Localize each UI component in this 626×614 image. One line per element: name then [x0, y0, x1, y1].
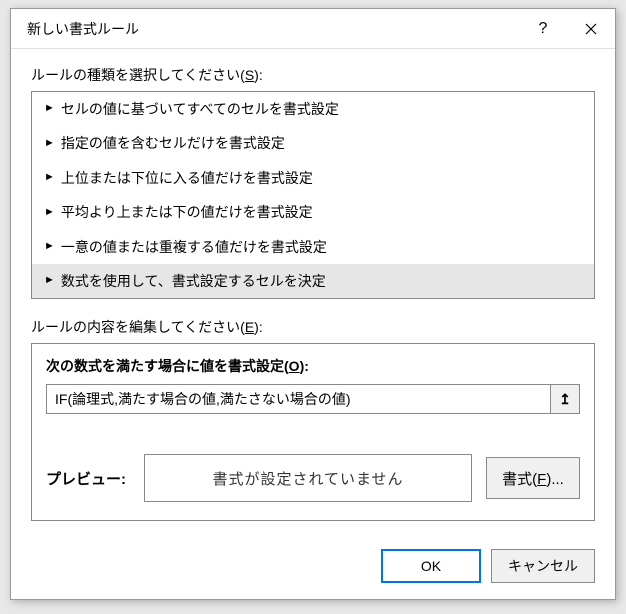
- dialog-title: 新しい書式ルール: [27, 19, 519, 39]
- rule-type-item[interactable]: ► 上位または下位に入る値だけを書式設定: [32, 161, 594, 195]
- formula-input[interactable]: [46, 384, 550, 414]
- bullet-icon: ►: [44, 169, 55, 187]
- rule-type-label: 数式を使用して、書式設定するセルを決定: [61, 270, 326, 292]
- titlebar: 新しい書式ルール ?: [11, 9, 615, 49]
- collapse-icon: ↥: [559, 391, 571, 408]
- rule-edit-panel: 次の数式を満たす場合に値を書式設定(O): ↥ プレビュー: 書式が設定されてい…: [31, 343, 595, 521]
- dialog-button-row: OK キャンセル: [11, 535, 615, 599]
- rule-type-item[interactable]: ► 平均より上または下の値だけを書式設定: [32, 195, 594, 229]
- bullet-icon: ►: [44, 272, 55, 290]
- help-button[interactable]: ?: [519, 9, 567, 49]
- rule-type-item[interactable]: ► 指定の値を含むセルだけを書式設定: [32, 126, 594, 160]
- bullet-icon: ►: [44, 135, 55, 153]
- rule-type-item[interactable]: ► 数式を使用して、書式設定するセルを決定: [32, 264, 594, 298]
- rule-type-label: 上位または下位に入る値だけを書式設定: [61, 167, 313, 189]
- rule-type-item[interactable]: ► 一意の値または重複する値だけを書式設定: [32, 230, 594, 264]
- formula-label: 次の数式を満たす場合に値を書式設定(O):: [46, 356, 580, 376]
- rule-type-label: セルの値に基づいてすべてのセルを書式設定: [61, 98, 339, 120]
- close-button[interactable]: [567, 9, 615, 49]
- collapse-dialog-button[interactable]: ↥: [550, 384, 580, 414]
- rule-desc-label: ルールの内容を編集してください(E):: [31, 317, 595, 337]
- preview-box: 書式が設定されていません: [144, 454, 472, 502]
- rule-type-label: ルールの種類を選択してください(S):: [31, 65, 595, 85]
- rule-type-label: 指定の値を含むセルだけを書式設定: [61, 132, 285, 154]
- rule-type-label: 一意の値または重複する値だけを書式設定: [61, 236, 327, 258]
- bullet-icon: ►: [44, 204, 55, 222]
- bullet-icon: ►: [44, 238, 55, 256]
- close-icon: [585, 23, 597, 35]
- formula-row: ↥: [46, 384, 580, 414]
- rule-type-item[interactable]: ► セルの値に基づいてすべてのセルを書式設定: [32, 92, 594, 126]
- preview-row: プレビュー: 書式が設定されていません 書式(F)...: [46, 454, 580, 502]
- cancel-button[interactable]: キャンセル: [491, 549, 595, 583]
- rule-type-list: ► セルの値に基づいてすべてのセルを書式設定 ► 指定の値を含むセルだけを書式設定 ► 上…: [31, 91, 595, 299]
- dialog-content: ルールの種類を選択してください(S): ► セルの値に基づいてすべてのセルを書式設…: [11, 49, 615, 535]
- rule-type-label: 平均より上または下の値だけを書式設定: [61, 201, 313, 223]
- format-button[interactable]: 書式(F)...: [486, 457, 580, 499]
- ok-button[interactable]: OK: [381, 549, 481, 583]
- new-formatting-rule-dialog: 新しい書式ルール ? ルールの種類を選択してください(S): ► セルの値に基づい…: [10, 8, 616, 600]
- bullet-icon: ►: [44, 100, 55, 118]
- preview-label: プレビュー:: [46, 468, 126, 489]
